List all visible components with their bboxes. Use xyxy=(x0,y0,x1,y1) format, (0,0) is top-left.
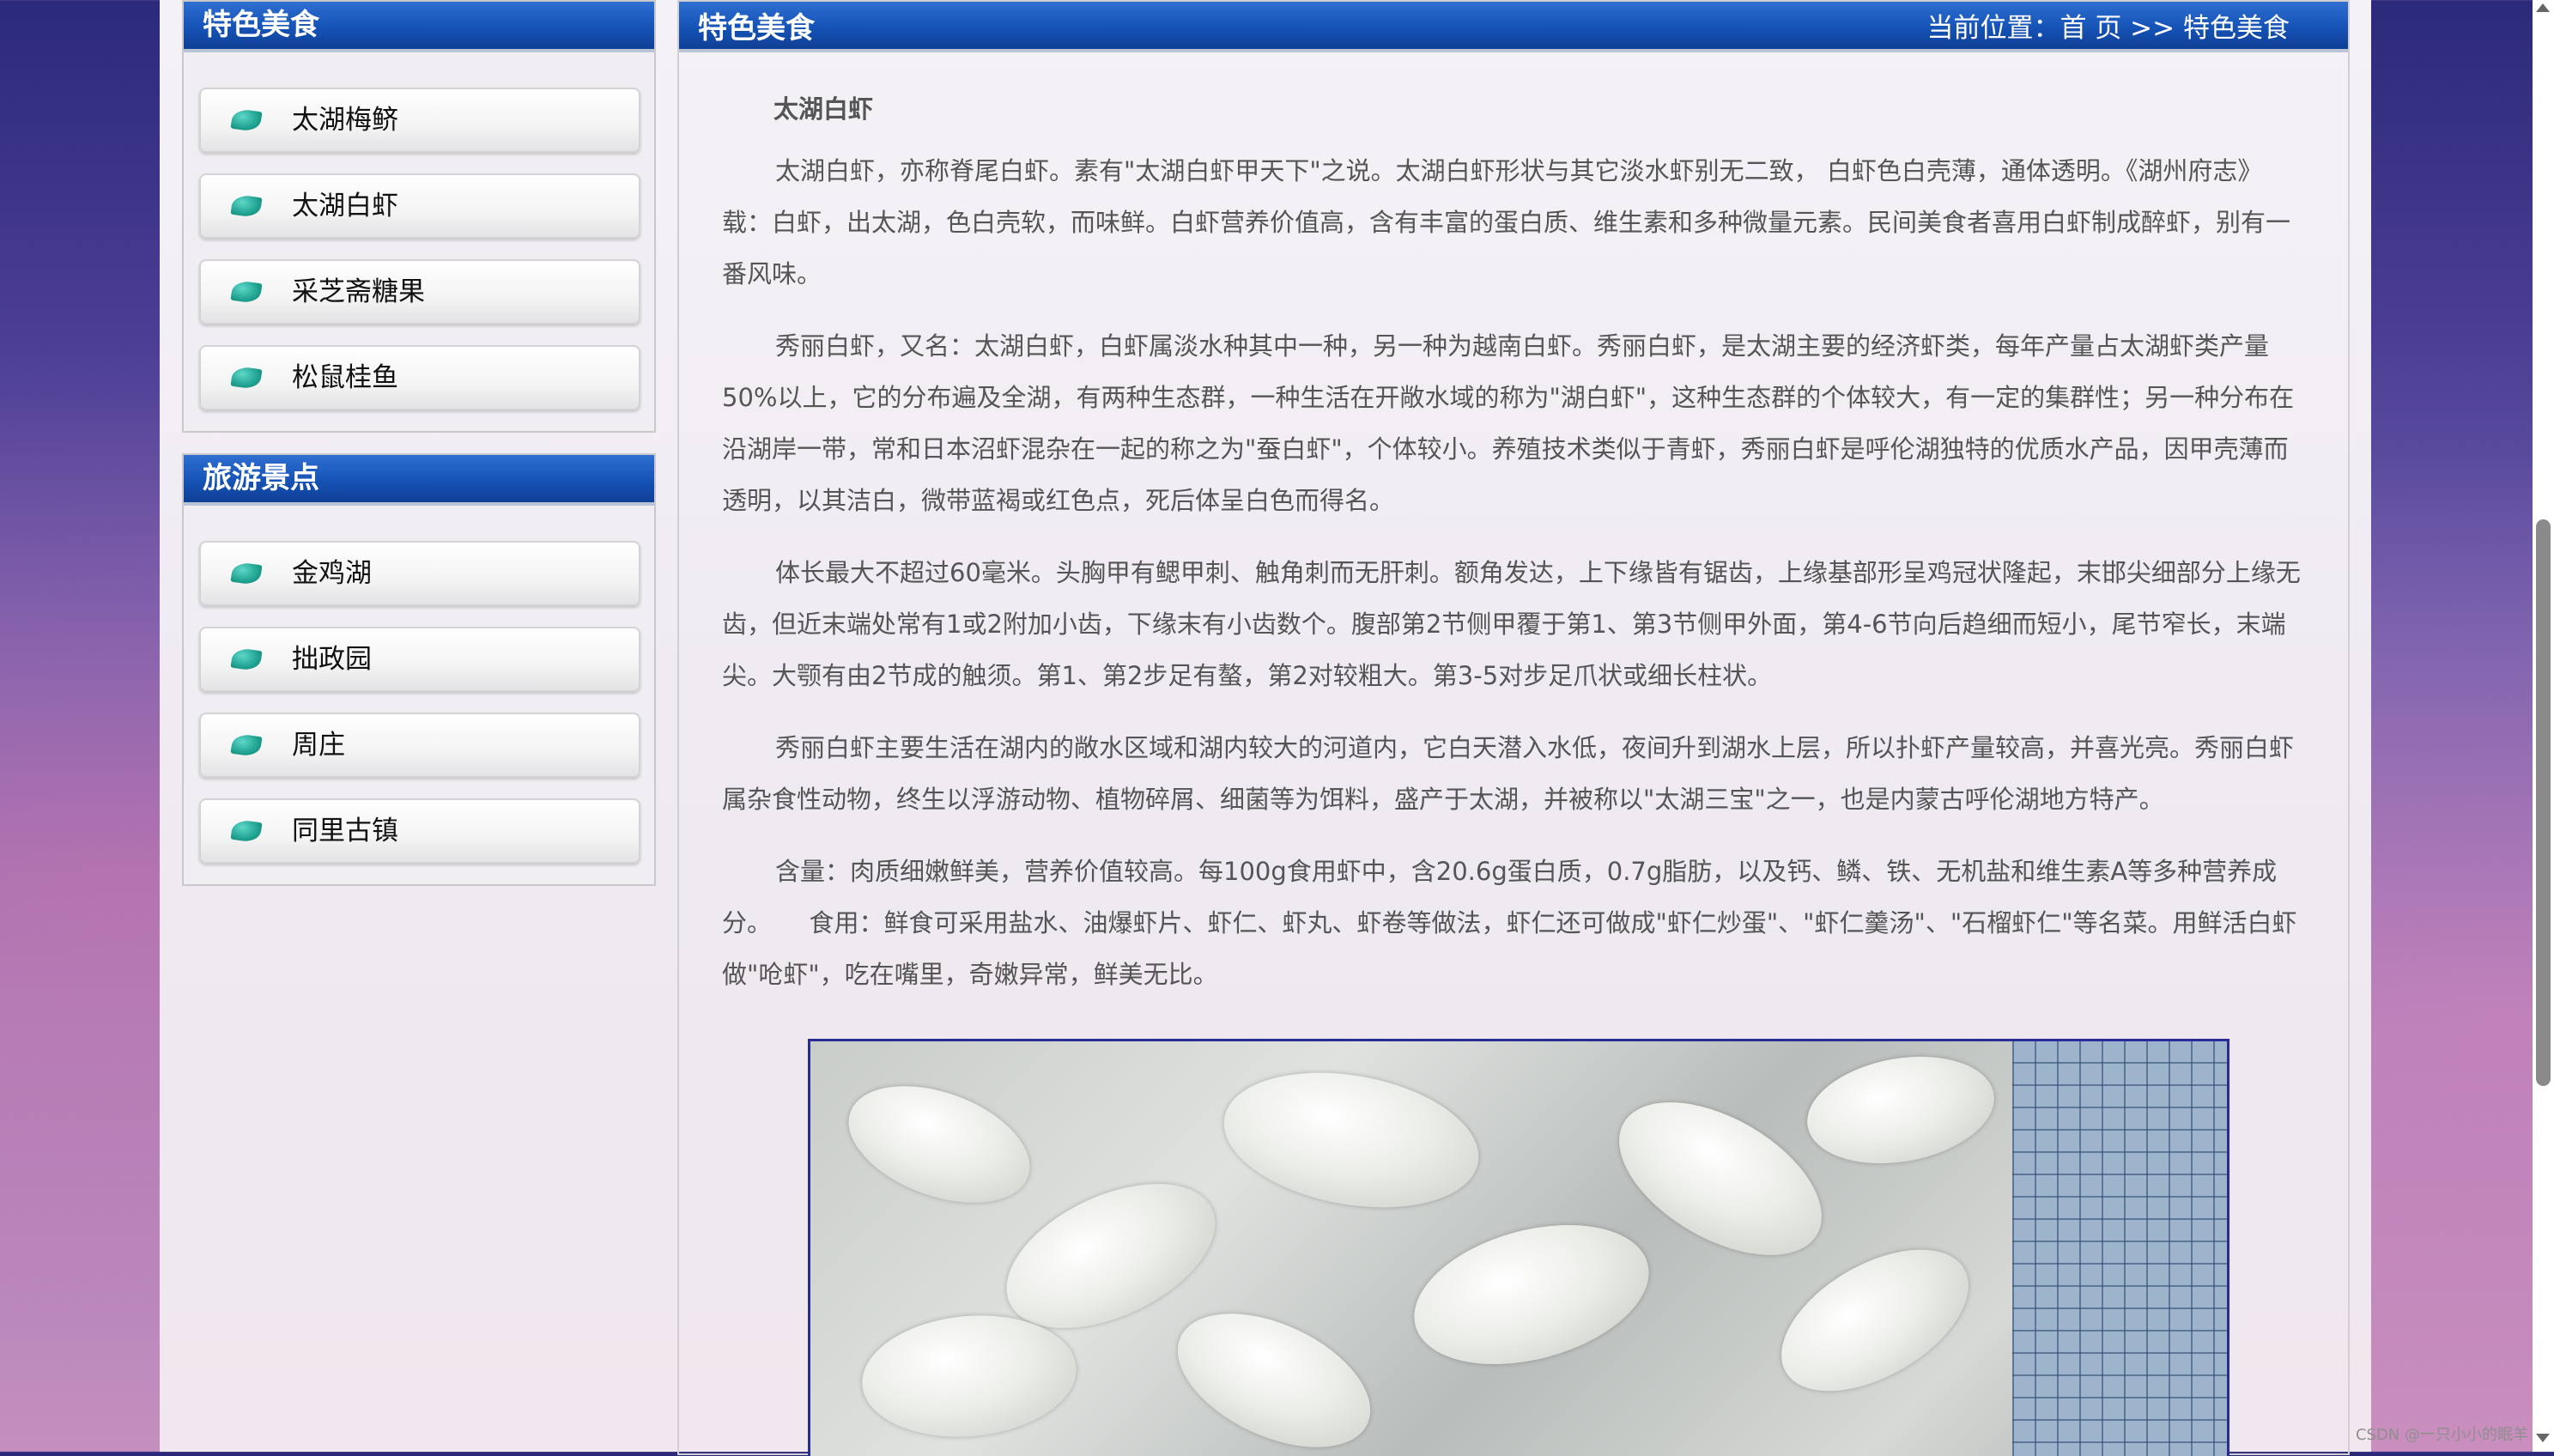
leaf-bullet-icon xyxy=(230,107,263,133)
sidebar-item-jinjihu[interactable]: 金鸡湖 xyxy=(199,541,640,606)
breadcrumb-separator: >> xyxy=(2121,13,2183,44)
main-header: 特色美食 当前位置：首 页 >> 特色美食 xyxy=(679,2,2348,52)
scroll-thumb[interactable] xyxy=(2536,519,2551,1086)
leaf-bullet-icon xyxy=(230,279,263,305)
sidebar-item-taihu-baixia[interactable]: 太湖白虾 xyxy=(199,173,640,239)
main-content-panel: 特色美食 当前位置：首 页 >> 特色美食 太湖白虾 太湖白虾，亦称脊尾白虾。素… xyxy=(677,0,2350,1456)
sidebar-item-tongli[interactable]: 同里古镇 xyxy=(199,798,640,864)
basket-mesh xyxy=(2012,1041,2227,1456)
sidebar-item-label: 太湖白虾 xyxy=(292,191,398,221)
breadcrumb-prefix: 当前位置： xyxy=(1926,13,2060,44)
sidebar-item-label: 同里古镇 xyxy=(292,816,398,846)
sidebar-scenic-title: 旅游景点 xyxy=(184,455,654,506)
scroll-down-icon[interactable] xyxy=(2536,1434,2550,1442)
main-title: 特色美食 xyxy=(698,11,815,46)
sidebar-item-caizhizhai[interactable]: 采芝斋糖果 xyxy=(199,259,640,325)
shrimp-shape xyxy=(1799,1042,2003,1178)
shrimp-photo xyxy=(808,1039,2229,1456)
sidebar-item-label: 金鸡湖 xyxy=(292,558,372,589)
sidebar-item-songshu-guiyu[interactable]: 松鼠桂鱼 xyxy=(199,345,640,410)
leaf-bullet-icon xyxy=(230,732,263,758)
article-paragraph: 体长最大不超过60毫米。头胸甲有鳃甲刺、触角刺而无肝刺。额角发达，上下缘皆有锯齿… xyxy=(722,558,2301,690)
page-scrollbar[interactable] xyxy=(2533,0,2554,1452)
article-paragraph: 太湖白虾，亦称脊尾白虾。素有"太湖白虾甲天下"之说。太湖白虾形状与其它淡水虾别无… xyxy=(722,156,2291,288)
leaf-bullet-icon xyxy=(230,818,263,844)
breadcrumb-home-link[interactable]: 首 页 xyxy=(2060,13,2121,44)
sidebar-item-taihu-meiji[interactable]: 太湖梅鲚 xyxy=(199,88,640,153)
shrimp-shape xyxy=(1156,1286,1392,1456)
leaf-bullet-icon xyxy=(230,561,263,586)
scroll-up-icon[interactable] xyxy=(2536,3,2550,12)
sidebar-item-label: 拙政园 xyxy=(292,644,372,675)
sidebar-food-title: 特色美食 xyxy=(184,2,654,52)
shrimp-shape xyxy=(833,1063,1046,1226)
watermark: CSDN @一只小小的眠羊 xyxy=(2355,1426,2528,1444)
leaf-bullet-icon xyxy=(230,646,263,672)
sidebar-item-label: 松鼠桂鱼 xyxy=(292,362,398,393)
shrimp-shape xyxy=(857,1307,1082,1446)
article-paragraph: 秀丽白虾，又名：太湖白虾，白虾属淡水种其中一种，另一种为越南白虾。秀丽白虾，是太… xyxy=(722,331,2295,515)
article-heading: 太湖白虾 xyxy=(773,94,874,124)
article-paragraph: 含量：肉质细嫩鲜美，营养价值较高。每100g食用虾中，含20.6g蛋白质，0.7… xyxy=(722,857,2297,989)
sidebar-scenic-panel: 旅游景点 金鸡湖 拙政园 周庄 同里古镇 xyxy=(182,453,656,886)
shrimp-shape xyxy=(1398,1201,1665,1388)
sidebar-food-panel: 特色美食 太湖梅鲚 太湖白虾 采芝斋糖果 松鼠桂鱼 xyxy=(182,0,656,433)
article: 太湖白虾 太湖白虾，亦称脊尾白虾。素有"太湖白虾甲天下"之说。太湖白虾形状与其它… xyxy=(722,83,2302,1021)
shrimp-shape xyxy=(1213,1054,1489,1226)
sidebar-item-label: 太湖梅鲚 xyxy=(292,105,398,136)
sidebar-item-zhuozhengyuan[interactable]: 拙政园 xyxy=(199,627,640,692)
breadcrumb-current: 特色美食 xyxy=(2183,13,2290,44)
sidebar-item-zhouzhuang[interactable]: 周庄 xyxy=(199,713,640,778)
leaf-bullet-icon xyxy=(230,365,263,391)
article-paragraph: 秀丽白虾主要生活在湖内的敞水区域和湖内较大的河道内，它白天潜入水低，夜间升到湖水… xyxy=(722,733,2295,814)
sidebar-item-label: 采芝斋糖果 xyxy=(292,276,425,307)
leaf-bullet-icon xyxy=(230,193,263,219)
breadcrumb: 当前位置：首 页 >> 特色美食 xyxy=(1926,2,2290,55)
sidebar-item-label: 周庄 xyxy=(292,730,345,761)
